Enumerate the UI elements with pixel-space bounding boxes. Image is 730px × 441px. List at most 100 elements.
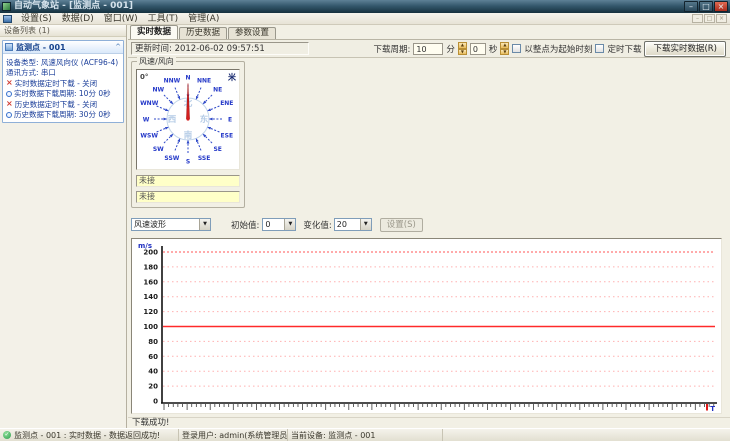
menu-item-2[interactable]: 窗口(W) bbox=[99, 14, 143, 24]
set-button[interactable]: 设置(S) bbox=[379, 217, 423, 232]
minutes-stepper[interactable]: ▲ ▼ bbox=[457, 42, 467, 55]
tab-1[interactable]: 历史数据 bbox=[179, 27, 228, 39]
mdi-window-controls: – □ × bbox=[692, 14, 730, 23]
svg-text:100: 100 bbox=[143, 323, 158, 331]
collapse-icon[interactable]: ^ bbox=[115, 43, 121, 51]
svg-text:ENE: ENE bbox=[220, 100, 233, 107]
chevron-down-icon[interactable]: ▼ bbox=[199, 219, 210, 230]
child-window-icon[interactable] bbox=[3, 14, 12, 23]
tab-strip: 实时数据 历史数据 参数设置 bbox=[128, 25, 730, 39]
device-panel-header[interactable]: 监测点 - 001 ^ bbox=[3, 41, 123, 54]
chevron-down-icon[interactable]: ▼ bbox=[284, 219, 296, 230]
svg-text:SSW: SSW bbox=[164, 155, 179, 162]
disabled-x-icon: × bbox=[6, 78, 13, 88]
change-value-label: 变化值: bbox=[303, 220, 332, 231]
chart-svg: 020406080100120140160180200Tm/s bbox=[138, 242, 717, 413]
connection-status-segment: ✓ 监测点 - 001 : 实时数据 - 数据返回成功! bbox=[0, 429, 179, 441]
change-value-select[interactable]: 20 ▼ bbox=[333, 218, 372, 231]
svg-text:SW: SW bbox=[153, 146, 164, 153]
menu-item-3[interactable]: 工具(T) bbox=[143, 14, 184, 24]
mdi-close-icon[interactable]: × bbox=[716, 14, 727, 23]
initial-selected-value: 0 bbox=[265, 220, 271, 229]
svg-text:N: N bbox=[185, 74, 190, 81]
window-title: 自动气象站 - [监测点 - 001] bbox=[14, 1, 134, 11]
svg-text:E: E bbox=[228, 116, 232, 123]
align-hour-label: 以整点为起始时刻 bbox=[524, 44, 593, 55]
update-time-box: 更新时间: 2012-06-02 09:57:51 bbox=[131, 42, 309, 55]
waveform-selected-value: 风速波形 bbox=[134, 220, 166, 229]
svg-text:140: 140 bbox=[143, 293, 158, 301]
maximize-icon[interactable]: □ bbox=[699, 1, 713, 12]
title-bar: 自动气象站 - [监测点 - 001] – □ × bbox=[0, 0, 730, 13]
wind-group-label: 风速/风向 bbox=[137, 57, 176, 66]
close-icon[interactable]: × bbox=[714, 1, 728, 12]
wind-speed-field: 未接 bbox=[136, 175, 240, 187]
svg-text:米: 米 bbox=[227, 72, 237, 82]
logged-user-segment: 登录用户: admin(系统管理员) bbox=[179, 429, 288, 441]
timed-download-checkbox[interactable] bbox=[595, 44, 605, 53]
svg-text:160: 160 bbox=[143, 278, 158, 286]
statusbar-filler bbox=[443, 429, 730, 441]
seconds-stepper[interactable]: ▲ ▼ bbox=[500, 42, 510, 55]
device-info-line: × 实时数据定时下载 - 关闭 bbox=[6, 78, 121, 89]
device-info-text: 设备类型: 风速风向仪 (ACF96-4) bbox=[6, 57, 119, 67]
menu-item-4[interactable]: 管理(A) bbox=[183, 14, 224, 24]
clock-icon bbox=[6, 111, 12, 118]
seconds-input[interactable]: 0 bbox=[469, 42, 486, 55]
change-selected-value: 20 bbox=[336, 220, 347, 229]
svg-text:80: 80 bbox=[148, 338, 158, 346]
menu-item-1[interactable]: 数据(D) bbox=[57, 14, 99, 24]
wind-speed-chart: 0 20 40 60 80 100 120 140 160 180 200 Tm/s bbox=[131, 238, 722, 414]
mdi-minimize-icon[interactable]: – bbox=[692, 14, 703, 23]
waveform-select[interactable]: 风速波形 ▼ bbox=[131, 218, 211, 231]
device-panel-title: 监测点 - 001 bbox=[16, 42, 66, 52]
device-info-text: 历史数据下载周期: 30分 0秒 bbox=[14, 110, 111, 120]
tab-2[interactable]: 参数设置 bbox=[228, 27, 277, 39]
device-info-text: 实时数据下载周期: 10分 0秒 bbox=[14, 89, 111, 99]
chevron-down-icon[interactable]: ▼ bbox=[359, 219, 371, 230]
svg-text:SE: SE bbox=[213, 146, 221, 153]
connection-status-text: 监测点 - 001 : 实时数据 - 数据返回成功! bbox=[14, 430, 161, 440]
svg-text:120: 120 bbox=[143, 308, 158, 316]
device-info-line: 历史数据下载周期: 30分 0秒 bbox=[6, 110, 121, 121]
spin-down-icon[interactable]: ▼ bbox=[457, 48, 467, 55]
compass-svg: 北东南西NNNENEENEEESESESSESSSWSWWSWWWNWNWNNW… bbox=[140, 72, 237, 165]
svg-text:60: 60 bbox=[148, 353, 158, 361]
device-info-list: 设备类型: 风速风向仪 (ACF96-4) 通讯方式: 串口 × 实时数据定时下载 -… bbox=[3, 54, 123, 120]
device-info-text: 实时数据定时下载 - 关闭 bbox=[14, 78, 98, 88]
success-check-icon: ✓ bbox=[3, 431, 11, 439]
align-hour-checkbox[interactable] bbox=[512, 44, 522, 53]
svg-text:NE: NE bbox=[213, 87, 222, 94]
disabled-x-icon: × bbox=[6, 99, 13, 109]
minimize-icon[interactable]: – bbox=[684, 1, 698, 12]
device-info-line: × 历史数据定时下载 - 关闭 bbox=[6, 99, 121, 110]
svg-text:T: T bbox=[710, 405, 715, 413]
svg-text:NNW: NNW bbox=[164, 77, 181, 84]
app-icon bbox=[2, 2, 11, 11]
initial-value-select[interactable]: 0 ▼ bbox=[262, 218, 297, 231]
svg-text:0: 0 bbox=[153, 398, 158, 406]
minutes-unit-label: 分 bbox=[446, 44, 455, 55]
svg-text:南: 南 bbox=[184, 130, 193, 141]
svg-text:东: 东 bbox=[200, 114, 209, 125]
wind-compass: 北东南西NNNENEENEEESESESSESSSWSWWSWWWNWNWNNW… bbox=[136, 69, 240, 170]
period-label: 下载周期: bbox=[373, 44, 411, 55]
tab-0[interactable]: 实时数据 bbox=[130, 25, 179, 39]
spin-down-icon[interactable]: ▼ bbox=[500, 48, 510, 55]
svg-text:40: 40 bbox=[148, 368, 158, 376]
device-info-line: 实时数据下载周期: 10分 0秒 bbox=[6, 89, 121, 100]
window-controls: – □ × bbox=[684, 1, 728, 12]
mdi-restore-icon[interactable]: □ bbox=[704, 14, 715, 23]
svg-text:NNE: NNE bbox=[197, 77, 211, 84]
clock-icon bbox=[6, 90, 12, 97]
toolbar: 更新时间: 2012-06-02 09:57:51 下载周期: 10 分 ▲ ▼… bbox=[128, 39, 730, 58]
download-realtime-button[interactable]: 下载实时数据(R) bbox=[644, 40, 726, 57]
svg-text:S: S bbox=[186, 158, 190, 165]
current-device-segment: 当前设备: 监测点 - 001 bbox=[288, 429, 443, 441]
seconds-unit-label: 秒 bbox=[488, 44, 498, 55]
application-window: 自动气象站 - [监测点 - 001] – □ × 设置(S) 数据(D) 窗口(W… bbox=[0, 0, 730, 441]
status-bar: ✓ 监测点 - 001 : 实时数据 - 数据返回成功! 登录用户: admin… bbox=[0, 428, 730, 441]
main-panel: 实时数据 历史数据 参数设置 更新时间: 2012-06-02 09:57:51 下… bbox=[128, 25, 730, 428]
minutes-input[interactable]: 10 bbox=[413, 42, 444, 55]
menu-item-0[interactable]: 设置(S) bbox=[16, 14, 57, 24]
